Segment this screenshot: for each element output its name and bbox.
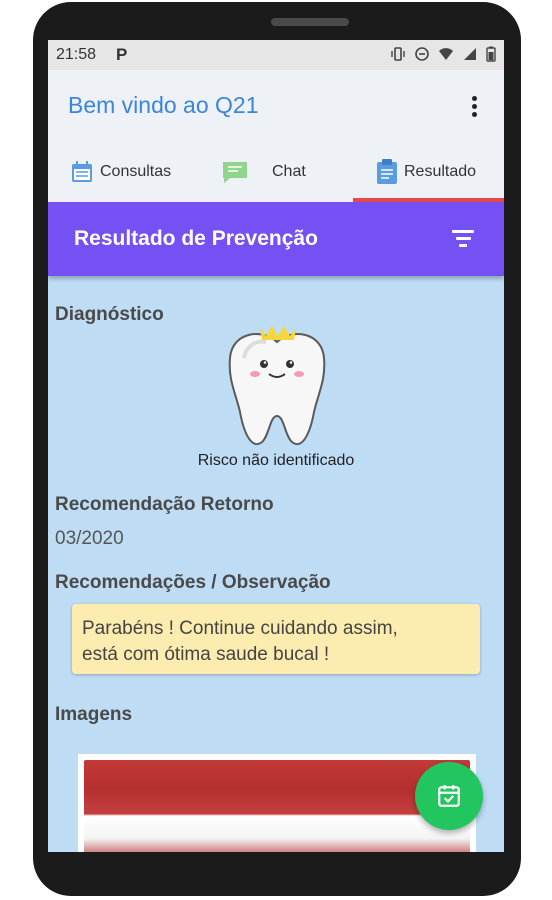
app-screen: 21:58 P Bem vindo ao Q21 Consultas Chat …: [48, 40, 504, 852]
app-notification-icon: P: [116, 45, 128, 64]
observacao-label: Recomendações / Observação: [55, 572, 331, 593]
tab-consultas-label: Consultas: [100, 163, 172, 180]
diagnostico-label: Diagnóstico: [55, 304, 164, 325]
wifi-icon: [439, 48, 453, 60]
status-time: 21:58: [56, 46, 97, 63]
observacao-note: Parabéns ! Continue cuidando assim, está…: [72, 604, 480, 674]
calendar-check-icon: [438, 785, 460, 807]
vibrate-icon: [391, 47, 405, 61]
tab-resultado[interactable]: Resultado: [376, 142, 476, 202]
tab-chat-label: Chat: [272, 163, 306, 180]
observacao-text-line1: Parabéns ! Continue cuidando assim,: [82, 618, 398, 639]
calendar-icon: [72, 161, 92, 182]
filter-icon[interactable]: [452, 230, 474, 251]
section-header: Resultado de Prevenção: [48, 202, 504, 276]
observacao-text-line2: está com ótima saude bucal !: [82, 644, 330, 665]
retorno-date: 03/2020: [55, 528, 124, 549]
tab-resultado-label: Resultado: [404, 163, 477, 180]
risk-status-text: Risco não identificado: [197, 452, 355, 469]
tab-chat[interactable]: Chat: [222, 142, 306, 202]
tab-bar: Consultas Chat Resultado: [48, 142, 504, 202]
do-not-disturb-icon: [415, 47, 429, 61]
happy-tooth-icon: [228, 326, 326, 445]
retorno-label: Recomendação Retorno: [55, 494, 274, 515]
imagens-label: Imagens: [55, 704, 133, 725]
clipboard-icon: [377, 159, 397, 184]
tab-consultas[interactable]: Consultas: [70, 142, 171, 202]
section-title: Resultado de Prevenção: [74, 227, 318, 250]
battery-icon: [486, 46, 496, 62]
app-title: Bem vindo ao Q21: [68, 92, 259, 118]
phone-speaker: [271, 18, 349, 26]
app-bar: Bem vindo ao Q21: [48, 70, 504, 142]
schedule-fab-button[interactable]: [415, 762, 483, 830]
smile-image: [84, 760, 470, 852]
chat-icon: [223, 162, 247, 183]
more-options-icon[interactable]: [472, 96, 478, 118]
signal-icon: [464, 48, 476, 60]
status-bar: 21:58 P: [48, 40, 504, 70]
